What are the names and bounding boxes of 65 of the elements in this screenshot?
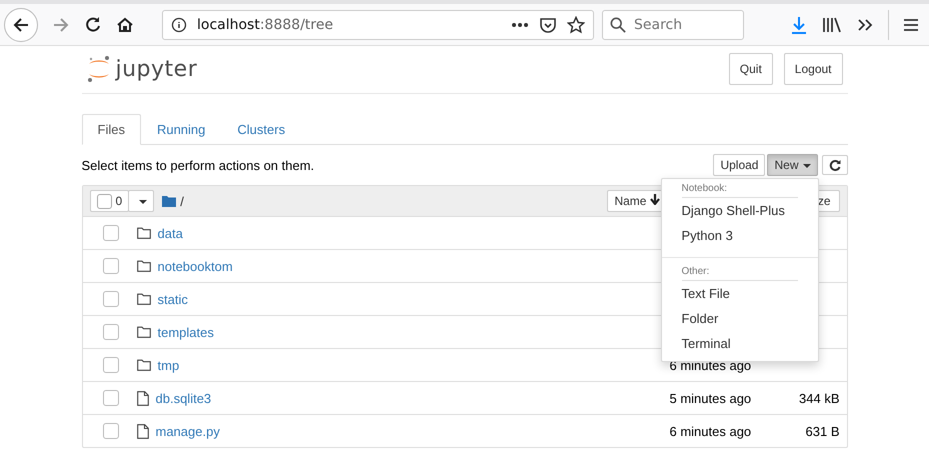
tab[interactable]: Clusters [221,114,302,145]
logo-text: jupyter [116,56,198,82]
star-icon[interactable] [567,16,585,34]
more-dots-icon[interactable] [511,22,529,28]
folder-icon [136,359,150,371]
row-checkbox[interactable] [102,225,118,241]
menu-heading: Other: [682,265,798,281]
select-menu-button[interactable] [128,190,154,212]
file-link[interactable]: data [158,226,183,240]
folder-icon [136,260,150,272]
menu-item[interactable]: Python 3 [662,223,818,248]
row-checkbox[interactable] [102,390,118,406]
row-checkbox[interactable] [102,423,118,439]
file-link[interactable]: templates [158,324,214,340]
folder-icon[interactable] [162,195,176,207]
folder-icon [136,227,150,239]
file-link[interactable]: db.sqlite3 [156,390,212,406]
reload-icon[interactable] [84,16,102,34]
home-icon[interactable] [116,16,134,34]
search-field[interactable]: Search [602,10,744,40]
row-checkbox[interactable] [102,258,118,274]
file-icon [136,390,148,406]
search-input[interactable]: Search [632,16,736,34]
down-arrow-icon [650,194,660,205]
new-button[interactable]: New [767,154,818,176]
back-button[interactable] [4,8,38,42]
download-icon[interactable] [790,16,808,34]
info-icon [171,16,187,32]
file-link[interactable]: tmp [158,358,180,372]
back-arrow-icon [12,16,30,34]
header-button[interactable]: Quit [728,53,773,85]
select-all-button[interactable]: 0 [90,190,130,212]
address-bar[interactable]: localhost:8888/tree [162,10,594,40]
row-checkbox[interactable] [102,291,118,307]
folder-icon [136,326,150,338]
menu-item[interactable]: Text File [662,281,818,306]
file-link[interactable]: notebooktom [158,258,233,274]
upload-button[interactable]: Upload [713,154,766,176]
pocket-icon[interactable] [539,16,557,34]
file-size: 631 B [804,424,840,438]
row-checkbox[interactable] [102,357,118,373]
menu-item[interactable]: Terminal [662,331,818,356]
folder-icon [136,293,150,305]
modified-time: 6 minutes ago [670,424,752,438]
menu-icon[interactable] [903,16,919,32]
tab[interactable]: Running [140,114,222,145]
jupyter-logo-icon [86,55,112,83]
menu-heading: Notebook: [682,182,798,198]
breadcrumb-link[interactable]: / [180,194,184,208]
tab[interactable]: Files [82,114,141,145]
header-button[interactable]: Logout [784,53,842,85]
forward-icon[interactable] [52,16,70,34]
file-icon [136,424,148,438]
refresh-icon [828,159,840,171]
instruction-text: Select items to perform actions on them. [82,158,314,172]
library-icon[interactable] [822,16,842,34]
file-size: 344 kB [798,390,840,406]
menu-item[interactable]: Folder [662,306,818,331]
modified-time: 5 minutes ago [670,390,752,406]
url-text: localhost:8888/tree [197,16,334,32]
file-link[interactable]: static [158,292,188,306]
row-checkbox[interactable] [102,324,118,340]
file-link[interactable]: manage.py [156,424,220,438]
refresh-button[interactable] [822,155,848,175]
search-icon [610,16,626,34]
